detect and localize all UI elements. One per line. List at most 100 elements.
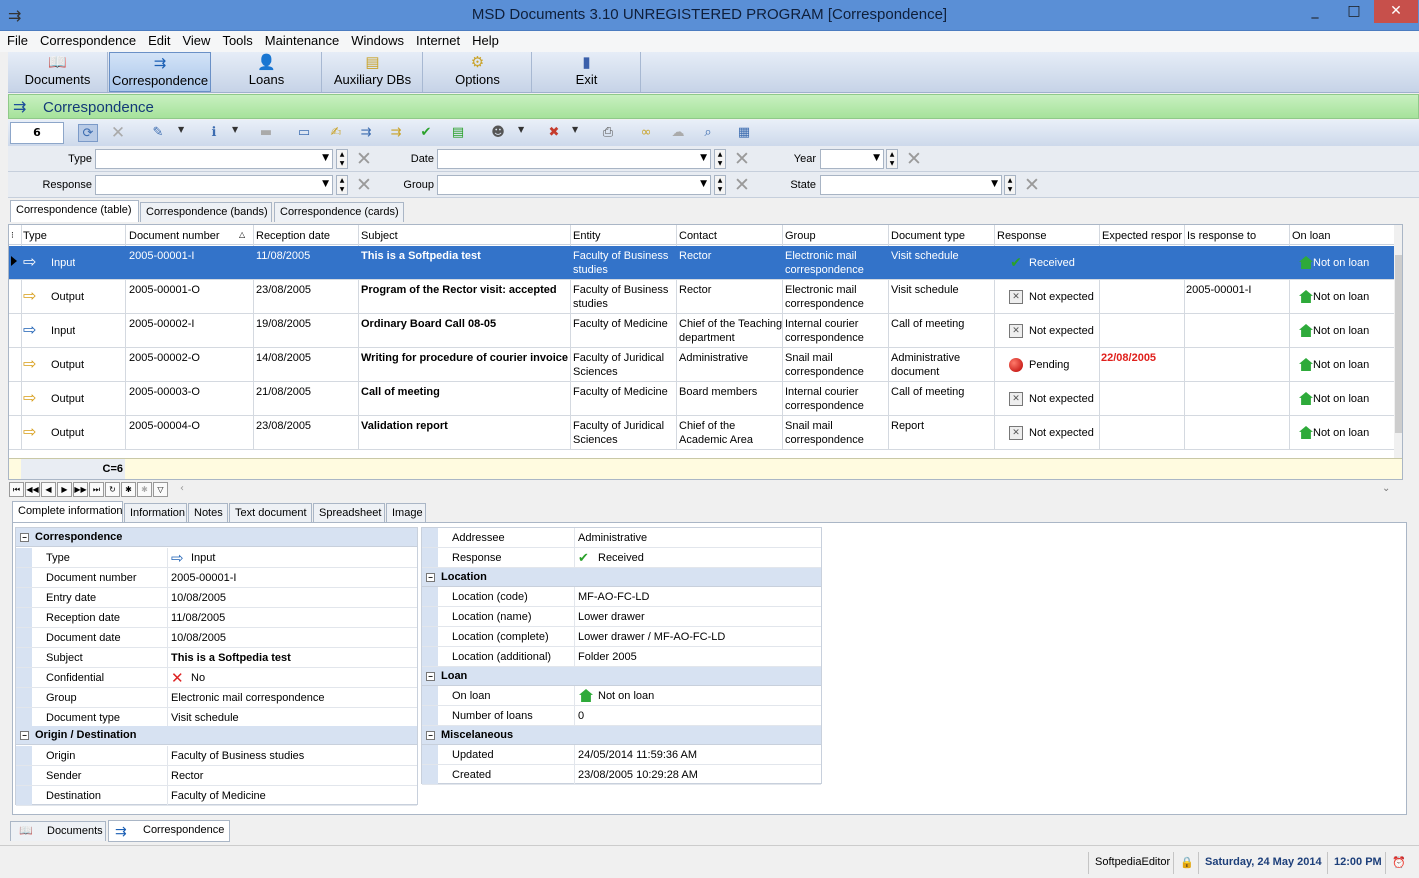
loans-button[interactable]: 👤 Loans [212, 52, 322, 92]
minimize-button[interactable]: _ [1301, 0, 1329, 23]
menu-tools[interactable]: Tools [215, 31, 257, 48]
tab-spreadsheet[interactable]: Spreadsheet [313, 503, 385, 523]
table-row[interactable]: ⇨ Output 2005-00002-O 14/08/2005 Writing for… [9, 348, 1394, 382]
prev-record-icon[interactable]: ◀ [41, 482, 56, 497]
dropdown-arrow-icon[interactable]: ▼ [518, 125, 524, 134]
refresh-icon[interactable]: ⟳ [78, 124, 98, 142]
property-row[interactable]: Number of loans 0 [422, 706, 821, 726]
maximize-button[interactable]: □ [1340, 0, 1368, 23]
col-expected-response[interactable]: Expected respor [1102, 230, 1184, 242]
folder-icon[interactable]: ▬ [256, 124, 276, 142]
property-row[interactable]: Origin Faculty of Business studies [16, 746, 417, 766]
property-row[interactable]: Location (code) MF-AO-FC-LD [422, 587, 821, 607]
year-filter-select[interactable]: ▼ [820, 149, 884, 169]
collapse-icon[interactable]: − [426, 572, 435, 582]
tab-information[interactable]: Information [124, 503, 187, 523]
property-row[interactable]: Updated 24/05/2014 11:59:36 AM [422, 745, 821, 765]
table-row[interactable]: ⇨ Output 2005-00003-O 21/08/2005 Call of mee… [9, 382, 1394, 416]
auxiliary-dbs-button[interactable]: ▤ Auxiliary DBs [323, 52, 423, 92]
note-edit-icon[interactable]: ✍ [326, 124, 346, 142]
response-filter-spinner[interactable]: ▲ ▼ [336, 175, 348, 195]
table-row[interactable]: ⇨ Input 2005-00001-I 11/08/2005 This is a So… [9, 246, 1394, 280]
property-row[interactable]: Location (complete) Lower drawer / MF-AO-… [422, 627, 821, 647]
search-icon[interactable]: ⌕ [698, 124, 718, 142]
col-document-number[interactable]: Document number [129, 230, 220, 242]
tab-notes[interactable]: Notes [188, 503, 228, 523]
section-loan[interactable]: − Loan [422, 667, 821, 686]
list-icon[interactable]: ▤ [448, 124, 468, 142]
menu-view[interactable]: View [175, 31, 215, 48]
property-row[interactable]: Group Electronic mail correspondence [16, 688, 417, 708]
property-row[interactable]: Document type Visit schedule [16, 708, 417, 728]
close-button[interactable]: ✕ [1374, 0, 1418, 23]
type-filter-select[interactable]: ▼ [95, 149, 333, 169]
collapse-icon[interactable]: − [426, 730, 435, 740]
col-contact[interactable]: Contact [679, 230, 717, 242]
exit-button[interactable]: ▮ Exit [533, 52, 641, 92]
group-filter-spinner[interactable]: ▲ ▼ [714, 175, 726, 195]
clear-date-icon[interactable]: ✕ [732, 148, 752, 170]
window-tab-documents[interactable]: 📖 Documents [10, 821, 106, 841]
menu-correspondence[interactable]: Correspondence [33, 31, 141, 48]
binoculars-icon[interactable]: ∞ [636, 124, 656, 142]
delete-icon[interactable]: ✖ [544, 124, 564, 142]
refresh-icon[interactable]: ↻ [105, 482, 120, 497]
next-record-icon[interactable]: ▶ [57, 482, 72, 497]
record-count-box[interactable]: 6 [10, 122, 64, 144]
col-entity[interactable]: Entity [573, 230, 601, 242]
property-row[interactable]: Addressee Administrative [422, 528, 821, 548]
property-row[interactable]: Confidential ✕ No [16, 668, 417, 688]
clear-state-icon[interactable]: ✕ [1022, 174, 1042, 196]
grid-vertical-scrollbar[interactable] [1394, 225, 1402, 458]
type-filter-spinner[interactable]: ▲ ▼ [336, 149, 348, 169]
clear-year-icon[interactable]: ✕ [904, 148, 924, 170]
tab-text-document[interactable]: Text document [229, 503, 312, 523]
tab-complete-information[interactable]: Complete information [12, 501, 123, 523]
state-filter-select[interactable]: ▼ [820, 175, 1002, 195]
monitor-icon[interactable]: ▭ [294, 124, 314, 142]
clear-type-icon[interactable]: ✕ [354, 148, 374, 170]
group-filter-select[interactable]: ▼ [437, 175, 711, 195]
clear-response-icon[interactable]: ✕ [354, 174, 374, 196]
col-type[interactable]: Type [23, 230, 47, 242]
dropdown-arrow-icon[interactable]: ▼ [232, 125, 238, 134]
prev-page-icon[interactable]: ◀◀ [25, 482, 40, 497]
property-row[interactable]: Subject This is a Softpedia test [16, 648, 417, 668]
collapse-icon[interactable]: − [426, 671, 435, 681]
col-on-loan[interactable]: On loan [1292, 230, 1331, 242]
add-input-icon[interactable]: ⇉ [356, 124, 376, 142]
section-correspondence[interactable]: − Correspondence [16, 528, 417, 547]
date-filter-spinner[interactable]: ▲ ▼ [714, 149, 726, 169]
menu-help[interactable]: Help [465, 31, 504, 48]
last-record-icon[interactable]: ⏭ [89, 482, 104, 497]
response-filter-select[interactable]: ▼ [95, 175, 333, 195]
property-row[interactable]: Type ⇨ Input [16, 548, 417, 568]
col-subject[interactable]: Subject [361, 230, 398, 242]
scrollbar-thumb[interactable] [1395, 255, 1402, 433]
window-tab-correspondence[interactable]: ⇉ Correspondence [108, 820, 230, 842]
menu-file[interactable]: File [0, 31, 33, 48]
property-row[interactable]: Destination Faculty of Medicine [16, 786, 417, 806]
first-record-icon[interactable]: ⏮ [9, 482, 24, 497]
edit-record-icon[interactable]: ✱ [137, 482, 152, 497]
property-row[interactable]: Document number 2005-00001-I [16, 568, 417, 588]
dropdown-arrow-icon[interactable]: ▼ [572, 125, 578, 134]
col-response[interactable]: Response [997, 230, 1047, 242]
tab-correspondence-table[interactable]: Correspondence (table) [10, 200, 139, 222]
property-row[interactable]: Response ✔ Received [422, 548, 821, 568]
column-chooser-icon[interactable]: ⁝ [11, 230, 14, 241]
scroll-down-icon[interactable]: ⌄ [1382, 483, 1390, 494]
windows-icon[interactable]: ▦ [734, 124, 754, 142]
insert-icon[interactable]: ✱ [121, 482, 136, 497]
col-group[interactable]: Group [785, 230, 816, 242]
info-icon[interactable]: ℹ [204, 124, 224, 142]
col-is-response-to[interactable]: Is response to [1187, 230, 1256, 242]
collapse-icon[interactable]: − [20, 730, 29, 740]
clear-group-icon[interactable]: ✕ [732, 174, 752, 196]
add-response-icon[interactable]: ✔ [416, 124, 436, 142]
menu-internet[interactable]: Internet [409, 31, 465, 48]
edit-icon[interactable]: ✎ [148, 124, 168, 142]
section-miscelaneous[interactable]: − Miscelaneous [422, 726, 821, 745]
date-filter-select[interactable]: ▼ [437, 149, 711, 169]
property-row[interactable]: Entry date 10/08/2005 [16, 588, 417, 608]
